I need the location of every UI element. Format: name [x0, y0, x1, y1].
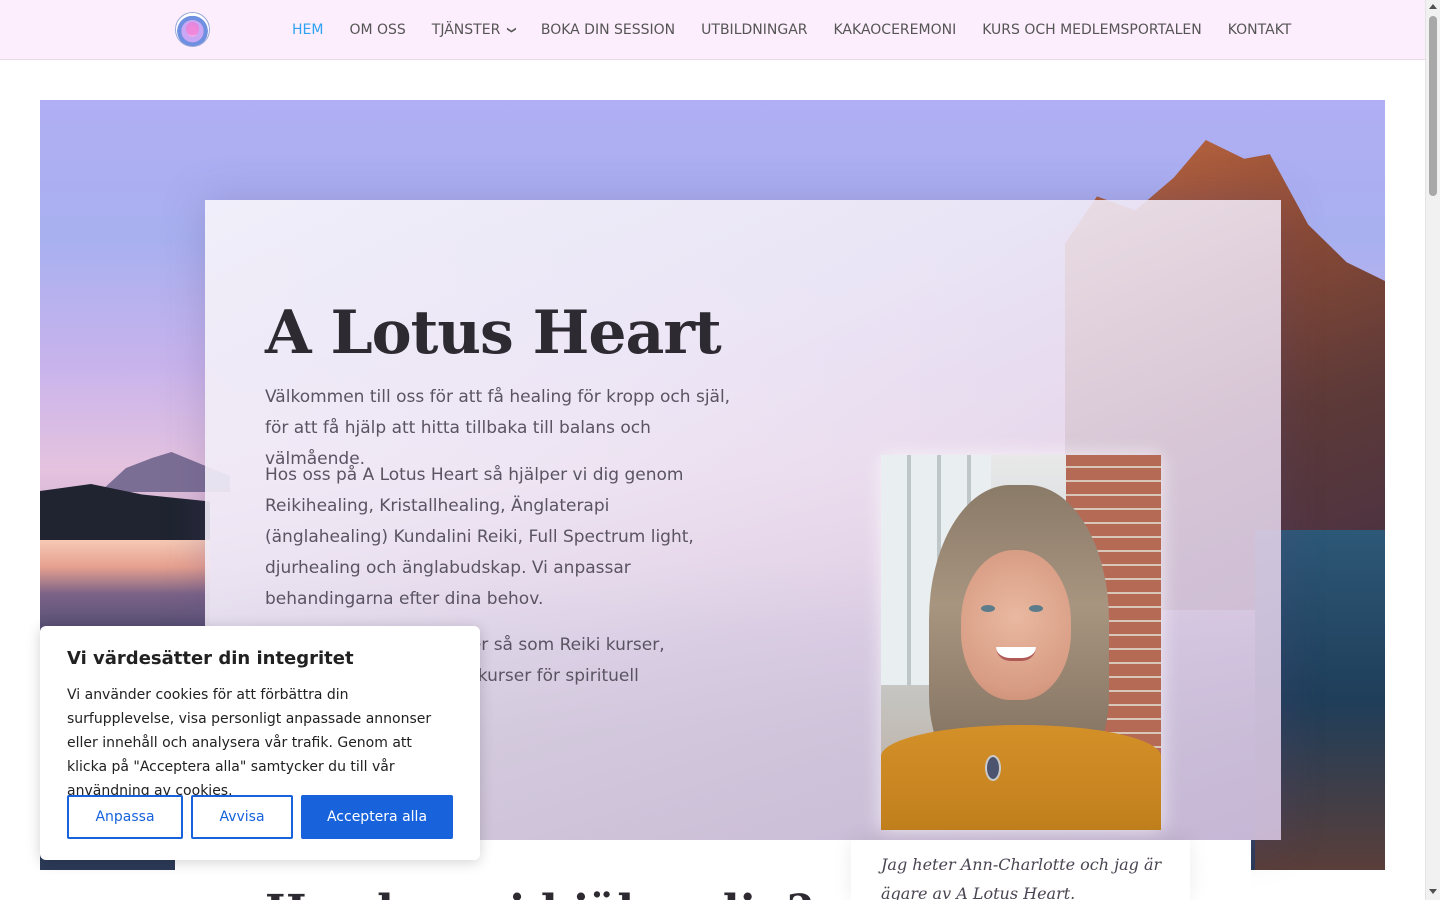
services-heading: Hur kan vi hjälpa dig?	[265, 886, 813, 900]
nav-label: KURS OCH MEDLEMSPORTALEN	[982, 22, 1202, 38]
hero-body-text-2-content: rser så som Reiki kurser, ra kurser för …	[455, 635, 665, 686]
hero-body-text-2: rser så som Reiki kurser, ra kurser för …	[455, 630, 685, 692]
owner-caption-box: Jag heter Ann-Charlotte och jag är ägare…	[851, 840, 1190, 900]
photo-eye	[1029, 605, 1043, 612]
nav-item-kakaoceremoni[interactable]: KAKAOCEREMONI	[834, 22, 957, 38]
photo-face	[961, 550, 1071, 700]
main-nav: HEM OM OSS TJÄNSTER ❯ BOKA DIN SESSION UT…	[292, 0, 1317, 60]
nav-label: OM OSS	[349, 22, 406, 38]
photo-eye	[981, 605, 995, 612]
nav-item-boka-din-session[interactable]: BOKA DIN SESSION	[541, 22, 675, 38]
nav-item-utbildningar[interactable]: UTBILDNINGAR	[701, 22, 807, 38]
site-header: HEM OM OSS TJÄNSTER ❯ BOKA DIN SESSION UT…	[0, 0, 1425, 60]
lotus-icon	[186, 22, 199, 35]
reject-button[interactable]: Avvisa	[191, 795, 293, 839]
scroll-down-arrow-icon[interactable]	[1429, 889, 1437, 894]
photo-pendant	[985, 755, 1001, 781]
nav-label: BOKA DIN SESSION	[540, 22, 676, 38]
nav-item-kontakt[interactable]: KONTAKT	[1228, 22, 1292, 38]
nav-item-hem[interactable]: HEM	[292, 22, 323, 38]
nav-label: TJÄNSTER	[431, 22, 501, 38]
cookie-consent-banner: Vi värdesätter din integritet Vi använde…	[40, 626, 480, 860]
nav-item-om-oss[interactable]: OM OSS	[349, 22, 405, 38]
nav-label: HEM	[292, 22, 324, 38]
scroll-thumb[interactable]	[1429, 16, 1437, 196]
chevron-down-icon: ❯	[506, 26, 517, 34]
nav-label: UTBILDNINGAR	[701, 22, 808, 38]
lotus-logo[interactable]	[175, 12, 210, 47]
nav-label: KONTAKT	[1227, 22, 1292, 38]
accept-all-button[interactable]: Acceptera alla	[301, 795, 453, 839]
owner-portrait-photo	[881, 455, 1161, 830]
cookie-text: Vi använder cookies för att förbättra di…	[67, 687, 432, 799]
customize-button[interactable]: Anpassa	[67, 795, 183, 839]
page-title: A Lotus Heart	[265, 298, 722, 368]
sunset-lake-image	[40, 540, 210, 630]
hero-body-text: Hos oss på A Lotus Heart så hjälper vi d…	[265, 465, 694, 609]
nav-label: KAKAOCEREMONI	[833, 22, 957, 38]
nav-item-kurs-och-medlemsportalen[interactable]: KURS OCH MEDLEMSPORTALEN	[982, 22, 1202, 38]
cookie-title: Vi värdesätter din integritet	[67, 648, 354, 669]
photo-shirt	[881, 725, 1161, 830]
scroll-up-arrow-icon[interactable]	[1429, 4, 1437, 9]
owner-caption: Jag heter Ann-Charlotte och jag är ägare…	[881, 855, 1162, 900]
page-scrollbar[interactable]	[1425, 0, 1440, 900]
nav-item-tjanster[interactable]: TJÄNSTER ❯	[431, 22, 517, 38]
